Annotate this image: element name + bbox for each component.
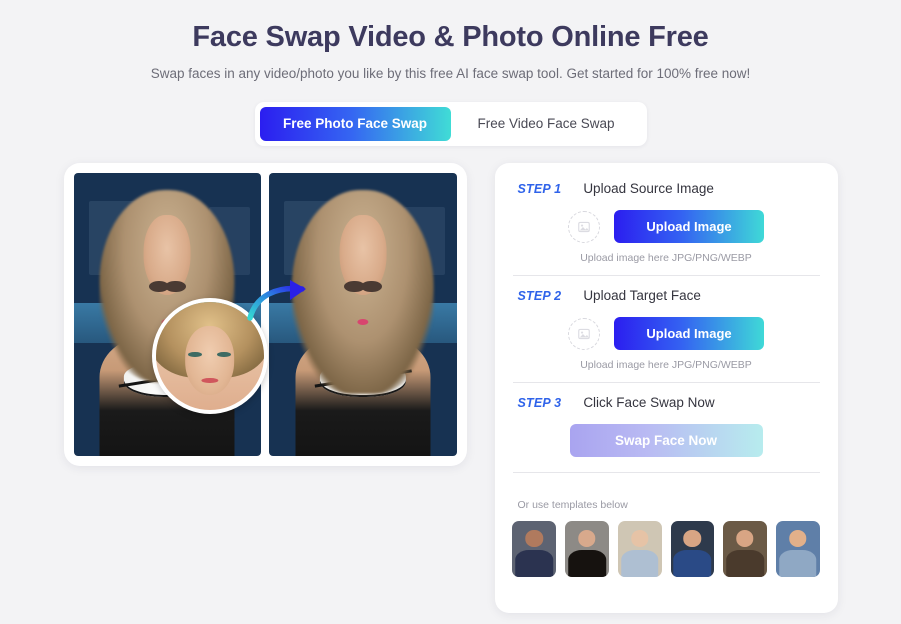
step-1-number: STEP 1 — [517, 182, 562, 196]
step-2-header: STEP 2 Upload Target Face — [513, 288, 820, 303]
thumb-head — [578, 529, 596, 547]
page-title: Face Swap Video & Photo Online Free — [192, 21, 709, 53]
step-2: STEP 2 Upload Target Face Upload Image U… — [512, 288, 820, 395]
thumb-head — [630, 529, 649, 547]
step-2-title: Upload Target Face — [583, 288, 701, 303]
tab-free-video-face-swap[interactable]: Free Video Face Swap — [451, 107, 642, 141]
divider-2 — [512, 382, 820, 383]
template-thumbnail[interactable] — [723, 521, 767, 577]
step-3: STEP 3 Click Face Swap Now Swap Face Now — [512, 395, 820, 485]
upload-target-face-button[interactable]: Upload Image — [614, 317, 764, 350]
tab-switcher-wrapper: Free Photo Face Swap Free Video Face Swa… — [0, 102, 901, 146]
step-1-hint: Upload image here JPG/PNG/WEBP — [580, 252, 752, 264]
tab-free-photo-face-swap[interactable]: Free Photo Face Swap — [259, 107, 451, 141]
picture-glyph-icon — [578, 221, 590, 232]
thumb-body — [515, 550, 554, 577]
template-thumbnail[interactable] — [512, 521, 557, 577]
divider-3 — [512, 472, 820, 473]
image-placeholder-icon[interactable] — [568, 210, 600, 243]
template-thumbnail[interactable] — [617, 521, 662, 577]
face-swap-page: Face Swap Video & Photo Online Free Swap… — [0, 0, 901, 624]
preview-card — [63, 163, 467, 466]
swap-face-now-button[interactable]: Swap Face Now — [569, 424, 763, 457]
upload-source-image-button[interactable]: Upload Image — [614, 210, 764, 243]
step-1-title: Upload Source Image — [583, 181, 714, 196]
curved-right-arrow-icon — [246, 280, 306, 321]
step-3-header: STEP 3 Click Face Swap Now — [513, 395, 820, 410]
thumb-head — [736, 529, 754, 547]
thumb-head — [683, 529, 702, 547]
thumb-body — [726, 550, 764, 577]
eye-right — [360, 280, 382, 292]
template-thumbnail[interactable] — [670, 521, 715, 577]
step-2-hint: Upload image here JPG/PNG/WEBP — [580, 359, 752, 371]
picture-glyph-icon — [578, 328, 590, 339]
bubble-eye-right — [217, 351, 232, 358]
step-1-header: STEP 1 Upload Source Image — [513, 181, 820, 196]
step-3-title: Click Face Swap Now — [583, 395, 715, 410]
steps-panel: STEP 1 Upload Source Image Upload Image … — [494, 163, 838, 613]
template-thumbnail-row — [512, 521, 820, 577]
thumb-head — [788, 529, 807, 547]
page-subtitle: Swap faces in any video/photo you like b… — [150, 66, 751, 81]
main-content: STEP 1 Upload Source Image Upload Image … — [0, 163, 901, 613]
thumb-body — [568, 550, 606, 577]
eye-right — [165, 280, 186, 292]
bubble-face — [184, 325, 235, 395]
template-thumbnail[interactable] — [775, 521, 820, 577]
tab-switcher: Free Photo Face Swap Free Video Face Swa… — [254, 102, 647, 146]
thumb-body — [673, 550, 712, 577]
thumb-body — [778, 550, 817, 577]
step-2-number: STEP 2 — [517, 289, 562, 303]
divider-1 — [512, 275, 820, 276]
step-1-body: Upload Image — [513, 210, 820, 243]
step-3-number: STEP 3 — [517, 396, 562, 410]
templates-label: Or use templates below — [517, 499, 628, 511]
thumb-head — [525, 529, 544, 547]
step-2-body: Upload Image — [513, 317, 820, 350]
template-thumbnail[interactable] — [565, 521, 609, 577]
thumb-body — [620, 550, 659, 577]
bubble-eye-left — [187, 351, 202, 358]
step-1: STEP 1 Upload Source Image Upload Image … — [512, 181, 820, 288]
image-placeholder-icon[interactable] — [568, 317, 600, 350]
